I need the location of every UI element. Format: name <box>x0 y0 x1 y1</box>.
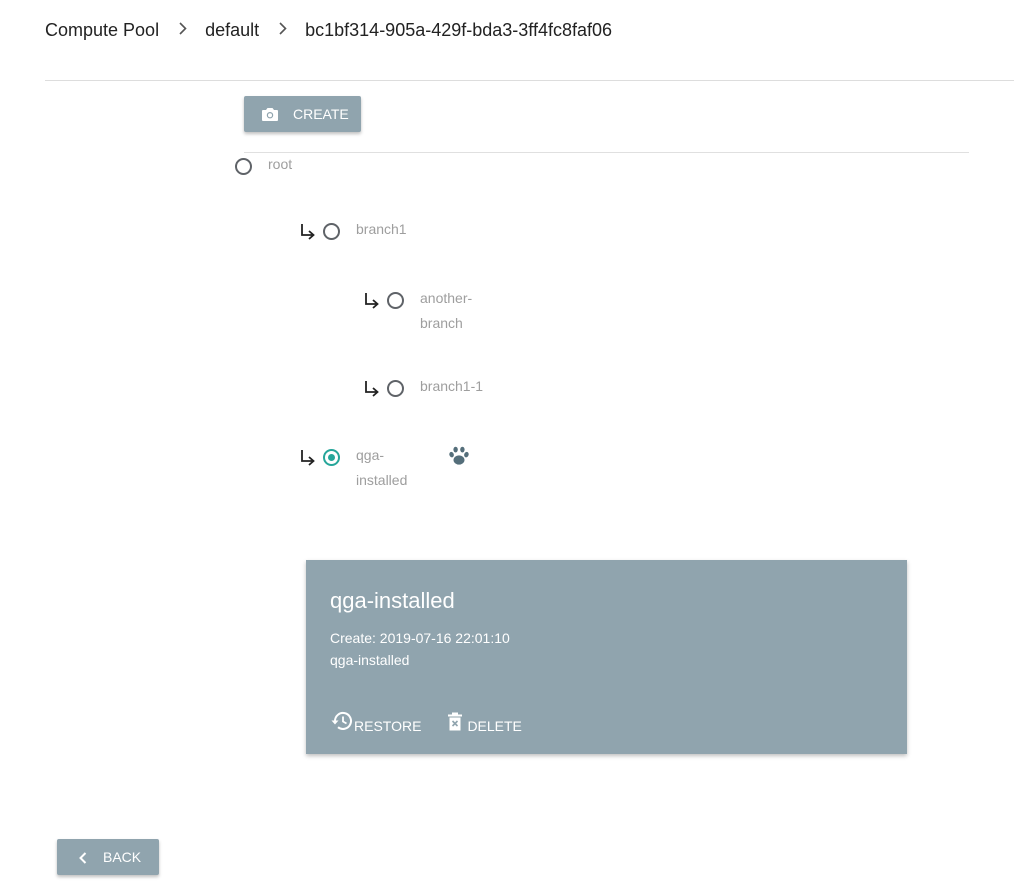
tree-node-qga-installed[interactable]: qga-installed <box>299 447 416 493</box>
child-arrow-icon <box>363 379 381 399</box>
paw-icon <box>448 445 470 467</box>
tree-node-branch1-1[interactable]: branch1-1 <box>363 378 490 399</box>
child-arrow-icon <box>299 222 317 242</box>
snapshot-actions: RESTORE DELETE <box>330 710 548 734</box>
tree-node-another-branch[interactable]: another-branch <box>363 290 482 336</box>
breadcrumb-compute-pool[interactable]: Compute Pool <box>45 20 159 41</box>
child-arrow-icon <box>299 448 317 468</box>
tree-node-label: branch1 <box>356 221 407 237</box>
tree-node-label: qga-installed <box>356 447 408 488</box>
delete-icon <box>447 712 463 732</box>
child-arrow-icon <box>363 291 381 311</box>
tree-node-label: root <box>268 156 293 172</box>
snapshot-title: qga-installed <box>330 588 455 613</box>
delete-label: DELETE <box>467 718 522 734</box>
restore-button[interactable]: RESTORE <box>330 710 422 734</box>
snapshot-detail-card: qga-installed Create: 2019-07-16 22:01:1… <box>306 560 907 754</box>
snapshot-meta: Create: 2019-07-16 22:01:10 qga-installe… <box>330 627 510 671</box>
tree-node-branch1[interactable]: branch1 <box>299 221 426 242</box>
snapshot-created: Create: 2019-07-16 22:01:10 <box>330 630 510 646</box>
breadcrumb-default[interactable]: default <box>205 20 259 41</box>
snapshot-radio[interactable] <box>387 292 404 309</box>
back-button-label: BACK <box>103 849 142 865</box>
breadcrumb: Compute Pool default bc1bf314-905a-429f-… <box>45 20 612 41</box>
restore-label: RESTORE <box>354 718 422 734</box>
snapshot-description: qga-installed <box>330 652 410 668</box>
camera-icon <box>261 106 279 122</box>
header-divider <box>45 80 1014 81</box>
back-button[interactable]: BACK <box>57 839 159 875</box>
snapshot-radio[interactable] <box>235 158 252 175</box>
snapshot-radio-selected[interactable] <box>323 449 340 466</box>
snapshot-radio[interactable] <box>323 223 340 240</box>
snapshot-radio[interactable] <box>387 380 404 397</box>
create-snapshot-button[interactable]: CREATE <box>244 96 361 132</box>
tree-node-root[interactable]: root <box>235 156 338 177</box>
chevron-right-icon <box>279 21 287 40</box>
tree-node-label: another-branch <box>420 290 473 331</box>
tree-node-label: branch1-1 <box>420 378 484 394</box>
tree-divider <box>244 152 969 153</box>
history-icon <box>330 710 354 732</box>
chevron-left-icon <box>79 851 87 864</box>
create-button-label: CREATE <box>293 106 349 122</box>
breadcrumb-vm-id: bc1bf314-905a-429f-bda3-3ff4fc8faf06 <box>305 20 613 40</box>
chevron-right-icon <box>179 21 187 40</box>
delete-button[interactable]: DELETE <box>447 712 522 734</box>
